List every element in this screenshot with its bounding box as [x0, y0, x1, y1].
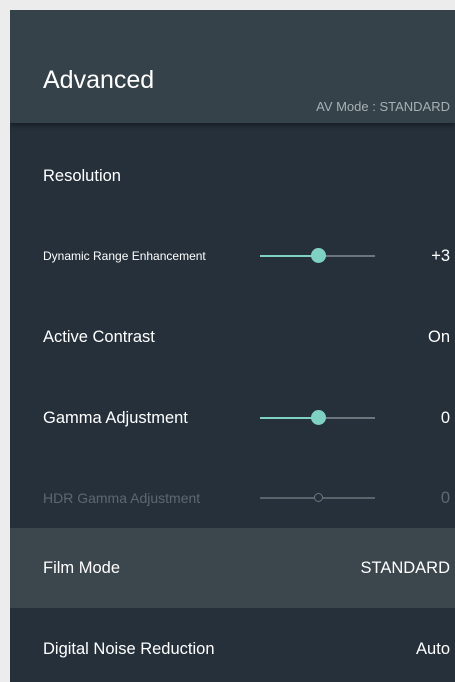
av-mode-indicator: AV Mode : STANDARD	[316, 99, 450, 114]
slider-thumb[interactable]	[310, 410, 326, 425]
menu-item-dynamic-range-enhancement[interactable]: Dynamic Range Enhancement +3	[10, 216, 455, 296]
advanced-settings-panel: Advanced AV Mode : STANDARD Resolution D…	[10, 10, 455, 682]
slider-fill	[260, 255, 318, 257]
slider-fill	[260, 417, 318, 419]
gamma-slider[interactable]	[260, 410, 375, 425]
slider-thumb	[313, 493, 323, 502]
menu-item-resolution[interactable]: Resolution	[10, 136, 455, 216]
menu-item-label: Dynamic Range Enhancement	[43, 249, 206, 263]
menu-item-label: HDR Gamma Adjustment	[43, 490, 201, 506]
menu-item-label: Gamma Adjustment	[43, 409, 188, 427]
dynamic-range-slider[interactable]	[260, 248, 375, 263]
menu-item-value: Auto	[416, 640, 450, 658]
menu-item-gamma-adjustment[interactable]: Gamma Adjustment 0	[10, 378, 455, 458]
menu-item-value[interactable]: STANDARD	[360, 528, 450, 608]
menu-item-hdr-gamma-adjustment: HDR Gamma Adjustment 0	[10, 458, 455, 538]
menu-item-active-contrast[interactable]: Active Contrast On	[10, 297, 455, 377]
menu-item-label: Active Contrast	[43, 328, 155, 346]
menu-item-label: Resolution	[43, 167, 121, 185]
page-title: Advanced	[43, 66, 155, 94]
menu-item-digital-noise-reduction[interactable]: Digital Noise Reduction Auto	[10, 609, 455, 682]
menu-item-label: Digital Noise Reduction	[43, 640, 215, 658]
hdr-gamma-slider	[260, 493, 375, 502]
panel-header: Advanced AV Mode : STANDARD	[10, 10, 455, 123]
menu-item-value: 0	[440, 489, 450, 507]
menu-item-film-mode[interactable]: Film Mode STANDARD	[10, 528, 455, 608]
menu-item-label: Film Mode	[43, 559, 121, 577]
slider-thumb[interactable]	[310, 248, 326, 263]
menu-item-value: +3	[431, 247, 450, 265]
menu-item-value: 0	[440, 409, 450, 427]
menu-item-value: On	[427, 328, 450, 346]
